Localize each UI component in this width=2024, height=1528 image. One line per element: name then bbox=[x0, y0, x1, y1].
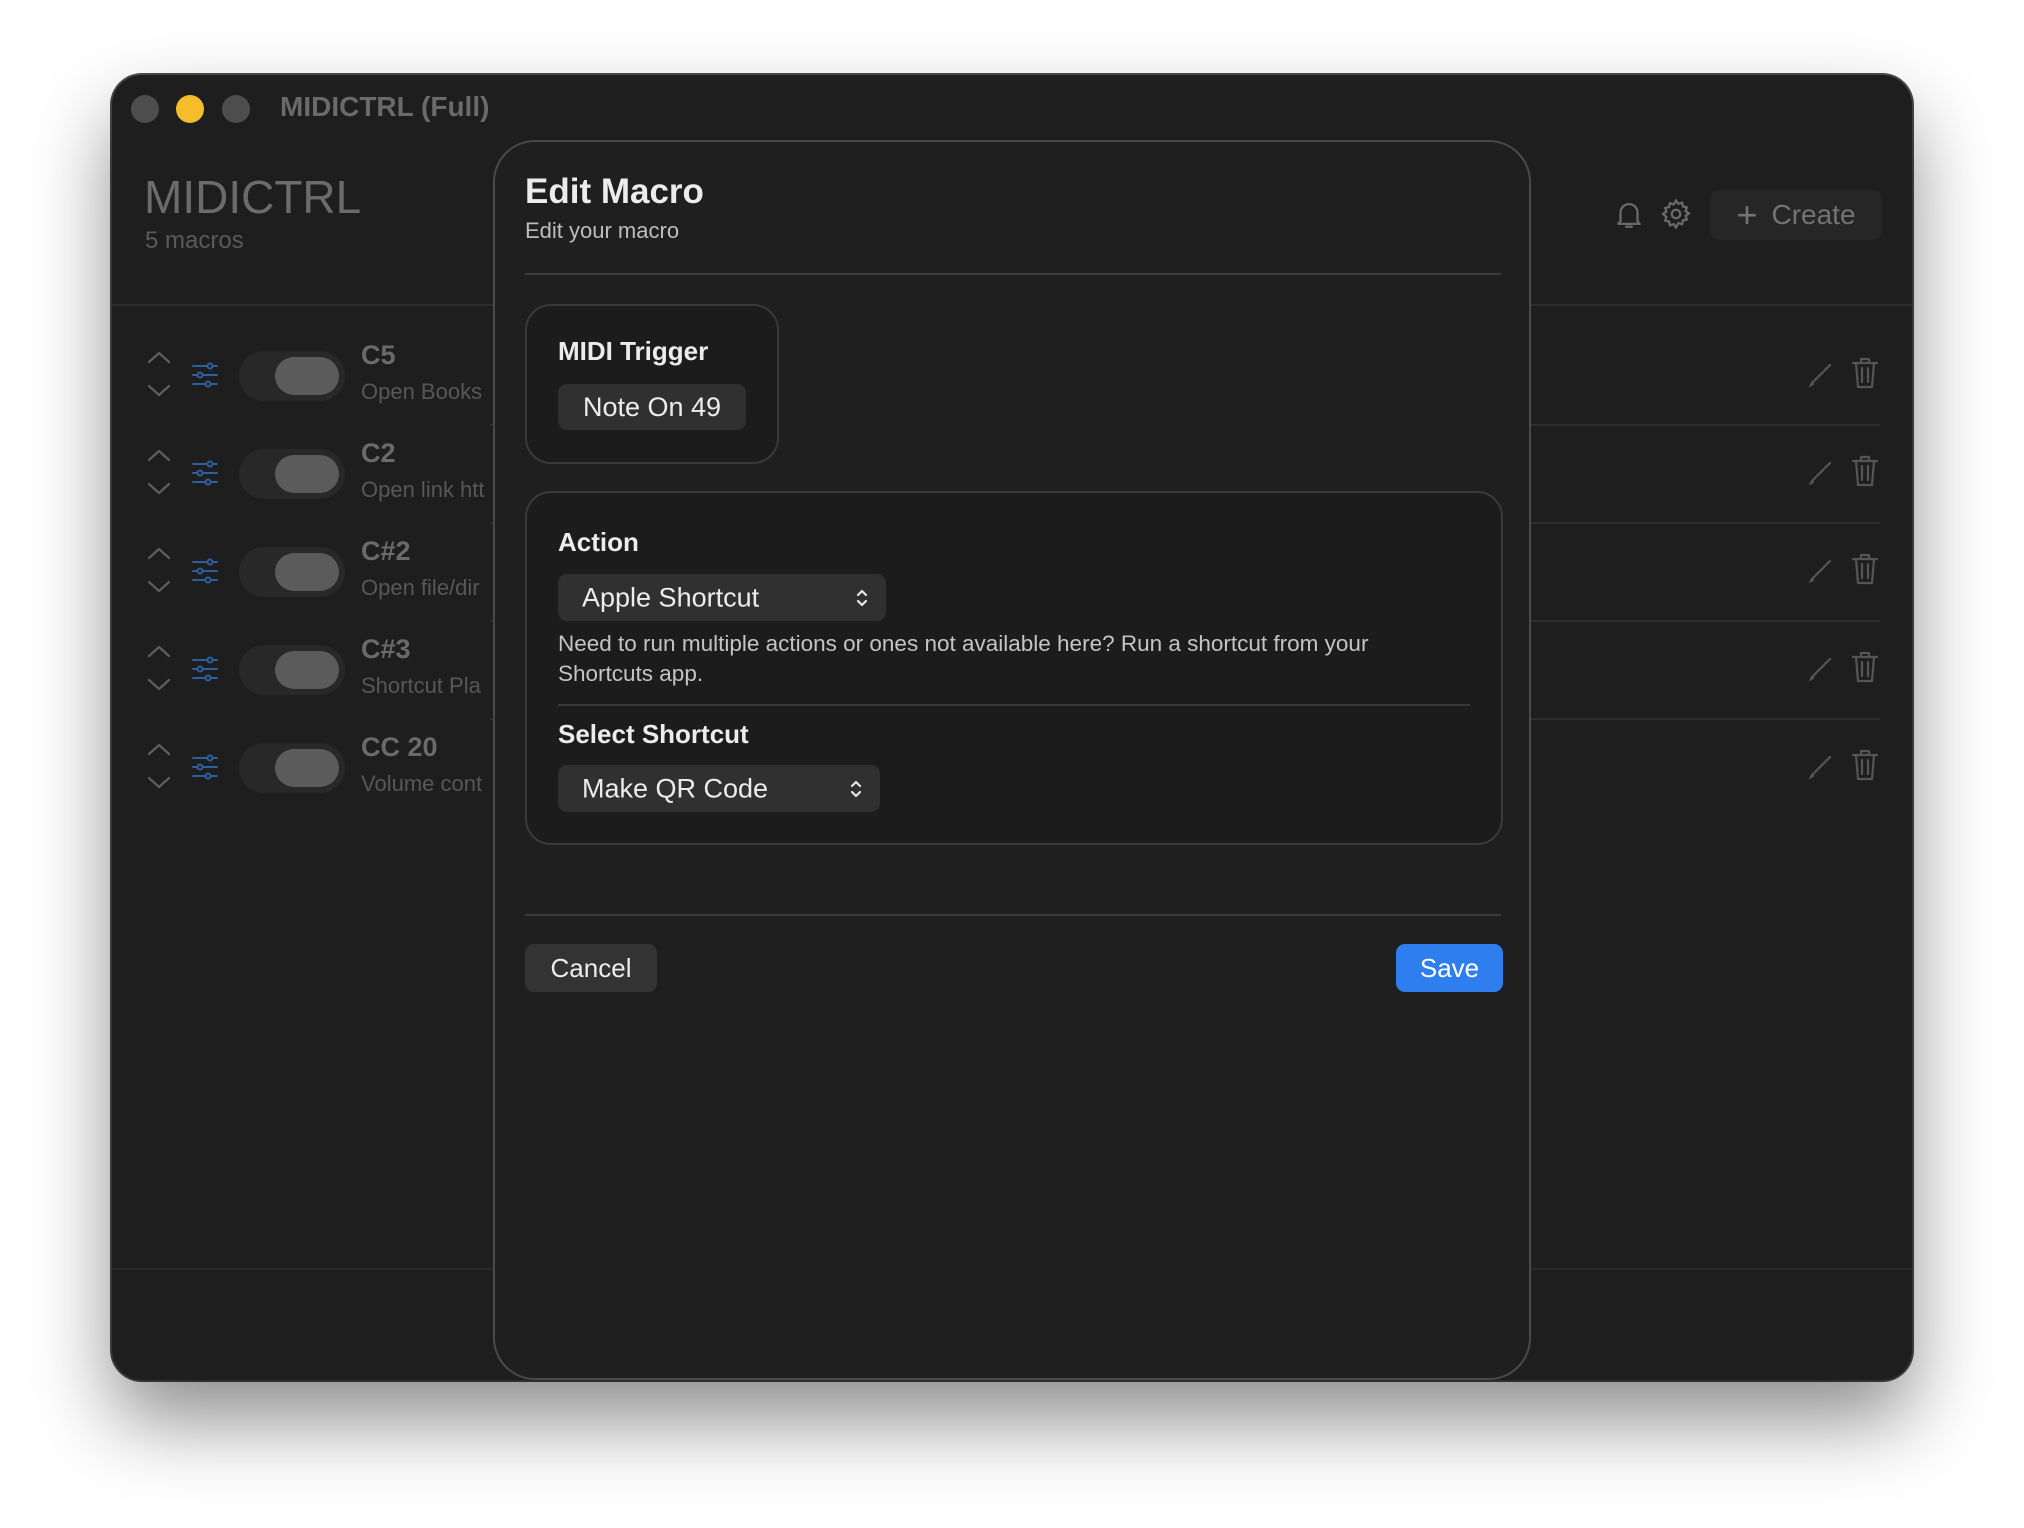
reorder-icon[interactable] bbox=[144, 736, 174, 796]
toggle-knob bbox=[275, 651, 339, 689]
create-button[interactable]: + Create bbox=[1710, 190, 1882, 240]
sheet-footer-divider bbox=[525, 914, 1501, 916]
save-button[interactable]: Save bbox=[1396, 944, 1503, 992]
app-title: MIDICTRL bbox=[144, 171, 362, 223]
toggle-knob bbox=[275, 357, 339, 395]
macro-description: Open Books bbox=[361, 379, 483, 404]
chevron-updown-icon bbox=[856, 589, 868, 606]
chevron-updown-icon bbox=[850, 780, 862, 797]
edit-icon[interactable] bbox=[1806, 653, 1836, 683]
sliders-icon[interactable] bbox=[190, 557, 220, 585]
edit-macro-sheet: Edit Macro Edit your macro MIDI Trigger … bbox=[493, 140, 1531, 1380]
trash-icon[interactable] bbox=[1850, 551, 1880, 587]
sliders-icon[interactable] bbox=[190, 459, 220, 487]
edit-icon[interactable] bbox=[1806, 555, 1836, 585]
macro-count: 5 macros bbox=[145, 227, 244, 254]
plus-icon: + bbox=[1736, 194, 1758, 235]
gear-icon[interactable] bbox=[1659, 197, 1693, 231]
zoom-window-button[interactable] bbox=[222, 95, 250, 123]
bell-icon[interactable] bbox=[1612, 197, 1646, 231]
sliders-icon[interactable] bbox=[190, 361, 220, 389]
window-title: MIDICTRL (Full) bbox=[280, 91, 490, 122]
macro-note: C2 bbox=[361, 438, 396, 468]
sliders-icon[interactable] bbox=[190, 655, 220, 683]
macro-description: Open link htt bbox=[361, 477, 485, 502]
trash-icon[interactable] bbox=[1850, 649, 1880, 685]
toggle-knob bbox=[275, 455, 339, 493]
macro-description: Open file/dir bbox=[361, 575, 480, 600]
macro-description: Volume cont bbox=[361, 771, 483, 796]
macro-note: C5 bbox=[361, 340, 396, 370]
macro-note: C#3 bbox=[361, 634, 411, 664]
macro-enabled-toggle[interactable] bbox=[239, 449, 345, 499]
edit-icon[interactable] bbox=[1806, 457, 1836, 487]
select-shortcut-label: Select Shortcut bbox=[558, 719, 749, 749]
action-select-value: Apple Shortcut bbox=[582, 582, 760, 612]
action-select[interactable]: Apple Shortcut bbox=[558, 574, 886, 621]
create-label: Create bbox=[1771, 199, 1856, 230]
action-label: Action bbox=[558, 527, 639, 557]
cancel-button[interactable]: Cancel bbox=[525, 944, 657, 992]
reorder-icon[interactable] bbox=[144, 540, 174, 600]
toggle-knob bbox=[275, 749, 339, 787]
macro-description: Shortcut Pla bbox=[361, 673, 481, 698]
edit-icon[interactable] bbox=[1806, 359, 1836, 389]
macro-enabled-toggle[interactable] bbox=[239, 351, 345, 401]
midi-trigger-value[interactable]: Note On 49 bbox=[558, 384, 746, 430]
midi-trigger-card: MIDI Trigger Note On 49 bbox=[525, 304, 779, 464]
reorder-icon[interactable] bbox=[144, 638, 174, 698]
macro-note: CC 20 bbox=[361, 732, 438, 762]
edit-icon[interactable] bbox=[1806, 751, 1836, 781]
macro-enabled-toggle[interactable] bbox=[239, 645, 345, 695]
trash-icon[interactable] bbox=[1850, 453, 1880, 489]
trash-icon[interactable] bbox=[1850, 355, 1880, 391]
macro-note: C#2 bbox=[361, 536, 411, 566]
reorder-icon[interactable] bbox=[144, 442, 174, 502]
macro-enabled-toggle[interactable] bbox=[239, 743, 345, 793]
midi-trigger-label: MIDI Trigger bbox=[558, 336, 709, 366]
toggle-knob bbox=[275, 553, 339, 591]
trash-icon[interactable] bbox=[1850, 747, 1880, 783]
sheet-header-divider bbox=[525, 273, 1501, 275]
shortcut-select[interactable]: Make QR Code bbox=[558, 765, 880, 812]
sheet-title: Edit Macro bbox=[525, 172, 704, 211]
reorder-icon[interactable] bbox=[144, 344, 174, 404]
shortcut-select-value: Make QR Code bbox=[582, 773, 769, 803]
minimize-window-button[interactable] bbox=[176, 95, 204, 123]
action-divider bbox=[558, 704, 1470, 706]
sliders-icon[interactable] bbox=[190, 753, 220, 781]
close-window-button[interactable] bbox=[131, 95, 159, 123]
action-help-text: Need to run multiple actions or ones not… bbox=[558, 631, 1369, 686]
action-card: Action Apple Shortcut Need to run multip… bbox=[525, 491, 1503, 845]
sheet-subtitle: Edit your macro bbox=[525, 218, 680, 243]
macro-enabled-toggle[interactable] bbox=[239, 547, 345, 597]
